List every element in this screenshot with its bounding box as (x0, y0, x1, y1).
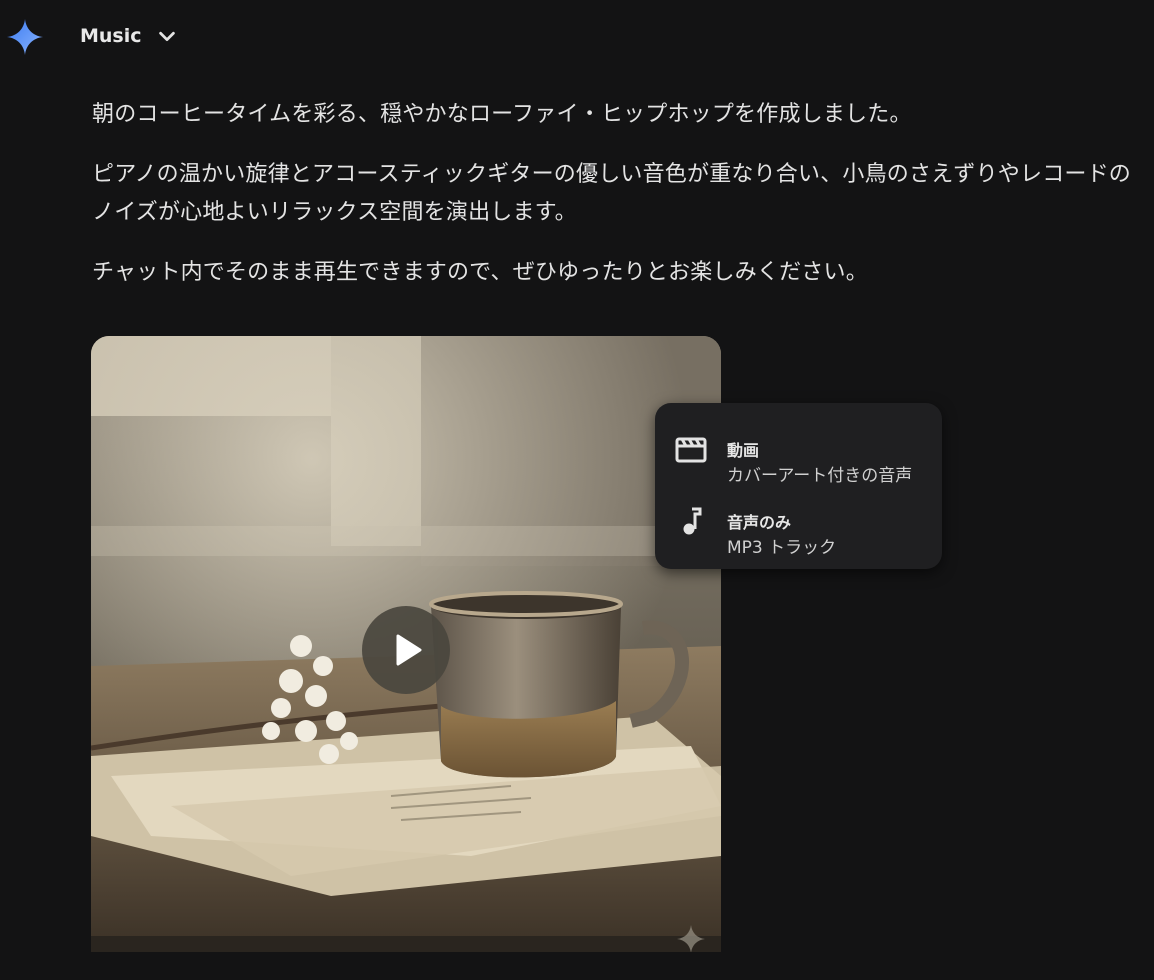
menu-item-video[interactable]: 動画 カバーアート付きの音声 (655, 413, 942, 486)
play-button[interactable] (362, 606, 450, 694)
model-name: Music (80, 25, 142, 47)
message-paragraph: 朝のコーヒータイムを彩る、穏やかなローファイ・ヒップホップを作成しました。 (92, 102, 912, 127)
menu-item-subtitle: カバーアート付きの音声 (727, 466, 913, 486)
ai-watermark-icon (677, 925, 705, 952)
menu-item-audio-only[interactable]: 音声のみ MP3 トラック (655, 485, 942, 558)
music-note-icon (683, 507, 702, 535)
gemini-sparkle-icon[interactable] (6, 18, 44, 56)
response-message: 朝のコーヒータイムを彩る、穏やかなローファイ・ヒップホップを作成しました。 ピア… (92, 96, 1142, 314)
model-selector[interactable]: Music (72, 20, 186, 52)
menu-item-subtitle: MP3 トラック (727, 538, 837, 558)
menu-item-title: 動画 (727, 441, 760, 460)
movie-icon (675, 437, 707, 463)
page: Music 朝のコーヒータイムを彩る、穏やかなローファイ・ヒップホップを作成しま… (0, 0, 1154, 980)
message-paragraph: チャット内でそのまま再生できますので、ぜひゆったりとお楽しみください。 (92, 260, 868, 285)
download-format-menu: 動画 カバーアート付きの音声 音声のみ MP3 トラック (655, 403, 942, 569)
chevron-down-icon (158, 31, 175, 42)
message-paragraph: ピアノの温かい旋律とアコースティックギターの優しい音色が重なり合い、小鳥のさえず… (92, 162, 1132, 225)
play-icon (396, 634, 422, 666)
menu-item-title: 音声のみ (727, 513, 792, 532)
music-cover-card[interactable] (91, 336, 721, 952)
